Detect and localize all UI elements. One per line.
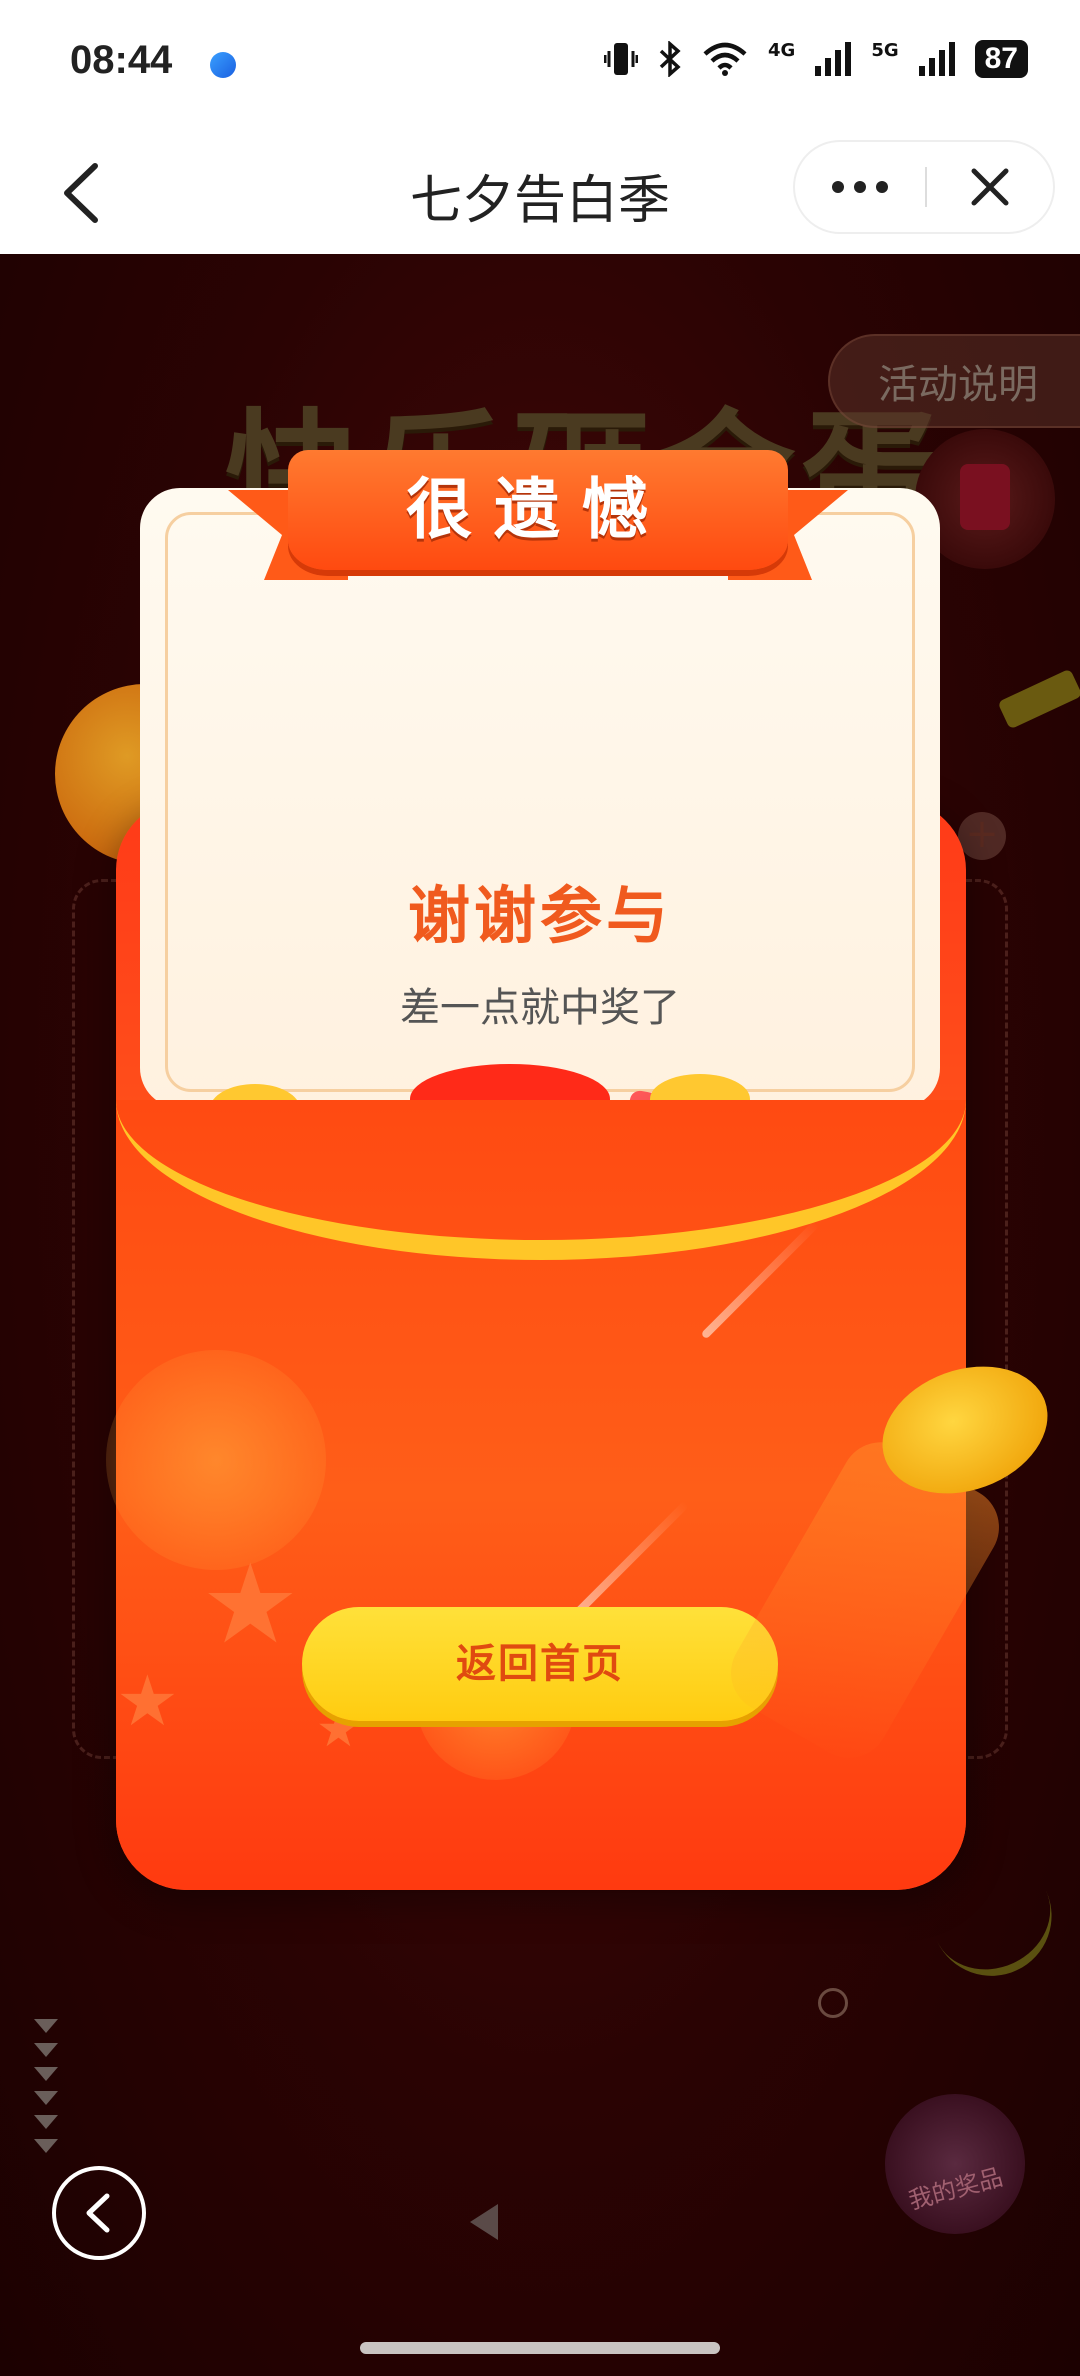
signal-4g-label: 4G [768,40,796,61]
confetti-decoration [997,668,1080,730]
home-indicator[interactable] [360,2342,720,2354]
app-indicator-icon [210,52,236,78]
plus-icon: + [958,812,1006,860]
ribbon-decoration [928,1872,1072,1996]
status-icons: 4G 5G 87 [604,40,1028,78]
vibrate-icon [604,43,638,75]
close-icon [971,168,1009,206]
banner-text: 很遗憾 [406,471,670,548]
signal-4g-icon [815,42,852,76]
status-bar: 08:44 4G 5G 87 [0,0,1080,130]
return-home-button[interactable]: 返回首页 [302,1607,778,1721]
scroll-hint-arrows [34,2019,58,2153]
signal-5g-icon [918,42,955,76]
floating-back-button[interactable] [52,2166,146,2260]
more-icon [832,181,888,193]
wifi-icon [703,42,747,76]
bluetooth-icon [659,41,681,77]
result-banner: 很遗憾 [228,450,848,600]
battery-icon: 87 [974,40,1028,78]
rules-button[interactable]: 活动说明 [828,334,1080,428]
my-prize-label: 我的奖品 [905,2162,1006,2215]
result-subtitle: 差一点就中奖了 [400,985,680,1031]
nav-bar: 七夕告白季 [0,130,1080,254]
close-button[interactable] [927,142,1053,232]
star-decoration: ★ [116,1660,179,1742]
status-time: 08:44 [70,38,173,82]
arrow-left-icon [86,2193,110,2233]
more-button[interactable] [795,142,925,232]
result-title: 谢谢参与 [407,879,672,952]
star-decoration: ★ [201,1540,300,1668]
circle-decoration [818,1988,848,2018]
mini-program-capsule [793,140,1055,234]
signal-5g-label: 5G [871,40,899,61]
triangle-decoration [470,2204,498,2240]
my-prize-button[interactable]: 我的奖品 [885,2094,1025,2234]
